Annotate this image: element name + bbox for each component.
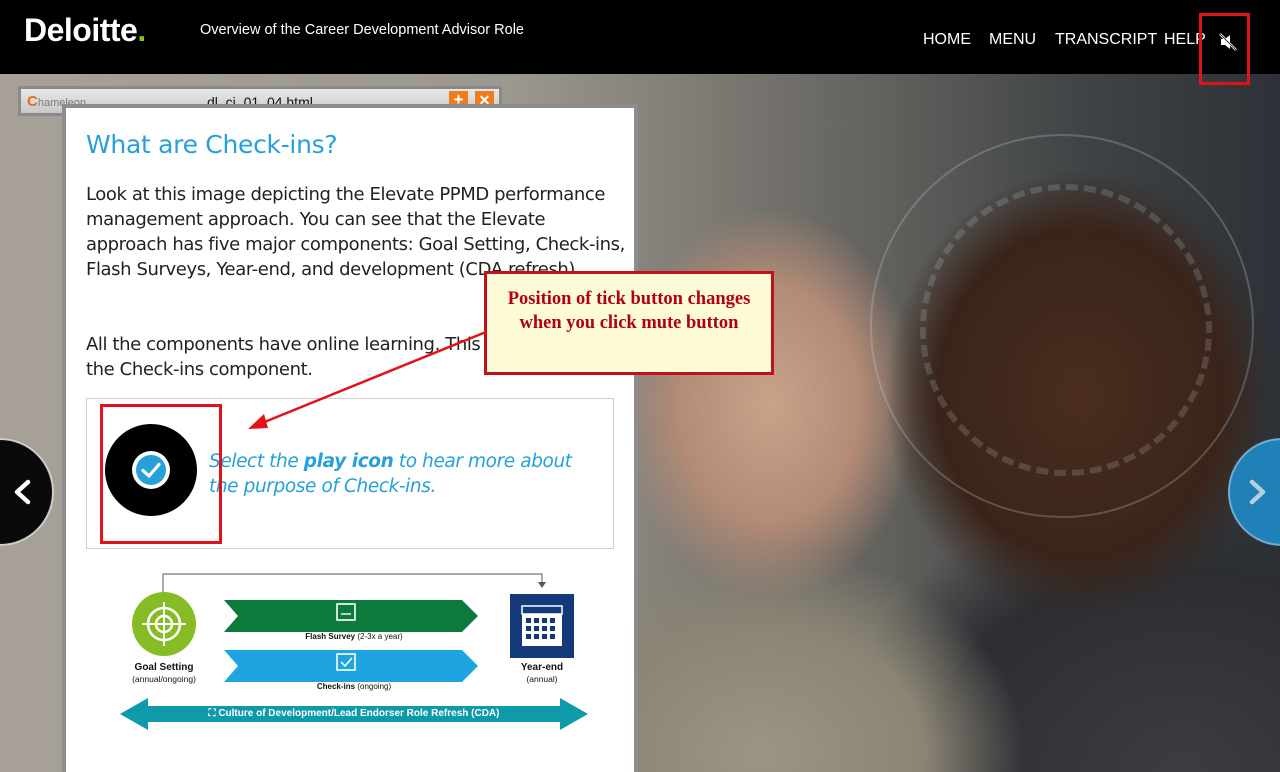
chevron-right-icon [1249,479,1266,505]
year-end-label: Year-end [520,662,564,673]
top-header-bar: Deloitte. Overview of the Career Develop… [0,0,1280,85]
tick-highlight-box [100,404,222,544]
play-instruction: Select the play icon to hear more about … [209,449,599,499]
chameleon-logo-c: C [27,93,38,110]
checkins-sub: (ongoing) [357,682,392,691]
culture-bar-label: ⛶ Culture of Development/Lead Endorser R… [174,708,534,719]
elevate-diagram: Goal Setting (annual/ongoing) Flash Surv… [114,570,594,740]
flash-survey-label: Flash Survey (2-3x a year) [264,632,444,641]
hud-ring-graphic-inner [920,184,1212,476]
expand-arrows-icon: ⛶ [208,708,219,719]
year-end-sub: (annual) [526,674,558,684]
play-instruction-pre: Select the [209,451,304,472]
goal-setting-sub: (annual/ongoing) [132,674,196,684]
content-panel: What are Check-ins? Look at this image d… [62,104,638,772]
annotation-callout: Position of tick button changes when you… [484,271,774,375]
culture-bar-text: Culture of Development/Lead Endorser Rol… [218,708,500,719]
play-instruction-bold: play icon [303,451,394,472]
goal-setting-label: Goal Setting [134,662,194,673]
intro-paragraph: Look at this image depicting the Elevate… [86,184,625,280]
checkins-name: Check-ins [316,682,356,691]
page-title: What are Check-ins? [86,130,338,159]
logo-dot: . [137,12,146,48]
mute-highlight-box [1199,13,1250,85]
logo-wordmark: Deloitte [24,12,138,48]
flash-survey-name: Flash Survey [305,632,356,641]
nav-menu[interactable]: MENU [989,31,1036,49]
deloitte-logo[interactable]: Deloitte. [24,12,146,49]
nav-transcript[interactable]: TRANSCRIPT [1055,31,1157,49]
flash-survey-sub: (2-3x a year) [357,632,403,641]
course-title: Overview of the Career Development Advis… [200,22,524,38]
chevron-left-icon [14,479,31,505]
nav-home[interactable]: HOME [923,31,971,49]
checkins-label: Check-ins (ongoing) [264,682,444,691]
